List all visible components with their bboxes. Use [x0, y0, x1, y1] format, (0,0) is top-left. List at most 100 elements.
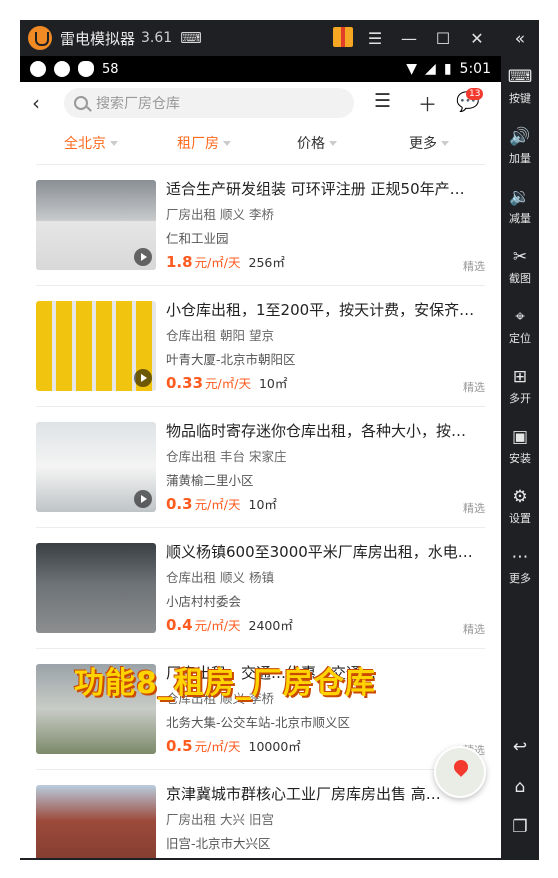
- listing-thumbnail: [36, 180, 156, 270]
- sidebar-item-screenshot[interactable]: ✂ 截图: [501, 246, 539, 286]
- listing-thumbnail: [36, 785, 156, 858]
- add-icon[interactable]: ＋: [418, 90, 437, 117]
- listing-location: 旧宫-北京市大兴区: [166, 836, 271, 851]
- wifi-icon: ▼: [406, 61, 418, 77]
- gamepad-icon[interactable]: ⌨: [180, 29, 202, 47]
- list-item[interactable]: 适合生产研发组装 可环评注册 正规50年产… 厂房出租 顺义 李桥 仁和工业园 …: [20, 166, 501, 286]
- app-screen: ‹ 搜索厂房仓库 ☰ ＋ 💬 13 全北京 租厂房 价格 更多 适合生产研发组装…: [20, 82, 501, 858]
- listing-meta: 仓库出租 顺义 杨镇: [166, 570, 274, 585]
- play-icon[interactable]: [134, 369, 152, 387]
- battery-icon: ▮: [443, 61, 452, 77]
- sidebar-label: 多开: [509, 392, 531, 405]
- map-button[interactable]: [434, 746, 486, 798]
- gift-icon[interactable]: [333, 27, 353, 47]
- emulator-sidebar: « ⌨ 按键 🔊 加量 🔉 减量 ✂ 截图 ⌖ 定位 ⊞ 多开 ▣ 安装 ⚙ 设置 ⋯ 更多 ↩ …: [501, 20, 539, 858]
- watermark-text: 功能8_租房_厂房仓库: [74, 666, 376, 701]
- listing-price: 1.8 元/㎡/天 256㎡: [166, 252, 285, 271]
- filter-label: 全北京: [64, 136, 106, 152]
- listing-area: 10㎡: [248, 497, 277, 512]
- location-icon: ⌖: [515, 307, 525, 327]
- list-view-icon[interactable]: ☰: [374, 90, 391, 112]
- price-value: 0.33: [166, 374, 204, 392]
- caret-down-icon: [110, 140, 118, 146]
- filter-type[interactable]: 租厂房: [177, 133, 231, 153]
- sidebar-label: 更多: [509, 572, 531, 585]
- featured-tag: 精选: [463, 502, 485, 515]
- emulator-logo-icon: [28, 26, 52, 50]
- multi-open-icon: ⊞: [512, 367, 528, 387]
- sidebar-label: 减量: [509, 212, 531, 225]
- listing-title: 物品临时寄存迷你仓库出租，各种大小，按…: [166, 422, 467, 440]
- list-item[interactable]: 小仓库出租，1至200平，按天计费，安保齐… 仓库出租 朝阳 望京 叶青大厦-北…: [20, 287, 501, 407]
- listing-price: 0.5 元/㎡/天 10000㎡: [166, 736, 301, 755]
- filter-price[interactable]: 价格: [297, 133, 337, 153]
- map-pin-icon: [451, 757, 471, 777]
- play-icon[interactable]: [134, 490, 152, 508]
- sidebar-item-settings[interactable]: ⚙ 设置: [501, 486, 539, 526]
- divider: [36, 648, 485, 649]
- listing-area: 10㎡: [258, 376, 288, 391]
- price-unit: 元/㎡/天: [194, 497, 241, 512]
- divider: [36, 769, 485, 770]
- sidebar-item-volume-down[interactable]: 🔉 减量: [501, 186, 539, 226]
- list-item[interactable]: 京津冀城市群核心工业厂房库房出售 高… 厂房出租 大兴 旧宫 旧宫-北京市大兴区: [20, 771, 501, 858]
- price-unit: 元/㎡/天: [194, 739, 241, 754]
- sidebar-label: 安装: [509, 452, 531, 465]
- sidebar-label: 设置: [509, 512, 531, 525]
- sidebar-item-volume-up[interactable]: 🔊 加量: [501, 126, 539, 166]
- filter-more[interactable]: 更多: [409, 133, 449, 153]
- filter-bar: 全北京 租厂房 价格 更多: [20, 126, 501, 158]
- listing-location: 仁和工业园: [166, 231, 229, 246]
- menu-icon[interactable]: ☰: [358, 20, 392, 56]
- collapse-sidebar-button[interactable]: «: [501, 28, 539, 50]
- price-unit: 元/㎡/天: [194, 618, 241, 633]
- double-chevron-left-icon: «: [514, 29, 526, 49]
- caret-down-icon: [441, 140, 449, 146]
- message-badge: 13: [466, 88, 484, 100]
- scissors-icon: ✂: [512, 247, 528, 267]
- play-store-icon: [54, 61, 70, 77]
- close-icon[interactable]: ✕: [460, 20, 494, 56]
- android-recents-button[interactable]: ❐: [501, 816, 539, 838]
- minimize-icon[interactable]: —: [392, 20, 426, 56]
- keyboard-icon: ⌨: [507, 67, 533, 87]
- filter-region[interactable]: 全北京: [64, 133, 118, 153]
- listing-area: 256㎡: [248, 255, 285, 270]
- sidebar-label: 截图: [509, 272, 531, 285]
- divider: [36, 527, 485, 528]
- back-icon[interactable]: ‹: [32, 91, 40, 115]
- list-item[interactable]: 顺义杨镇600至3000平米厂库房出租，水电… 仓库出租 顺义 杨镇 小店村村委…: [20, 529, 501, 649]
- divider: [36, 406, 485, 407]
- listing-thumbnail: [36, 543, 156, 633]
- sidebar-item-install[interactable]: ▣ 安装: [501, 426, 539, 466]
- sidebar-label: 定位: [509, 332, 531, 345]
- price-value: 0.5: [166, 737, 193, 755]
- listing-location: 小店村村委会: [166, 594, 242, 609]
- android-home-button[interactable]: ⌂: [501, 776, 539, 798]
- gear-icon: ⚙: [512, 487, 528, 507]
- listing-thumbnail: [36, 422, 156, 512]
- recents-icon: ❐: [512, 817, 528, 837]
- search-input[interactable]: 搜索厂房仓库: [64, 88, 354, 118]
- sidebar-item-location[interactable]: ⌖ 定位: [501, 306, 539, 346]
- listing-title: 小仓库出租，1至200平，按天计费，安保齐…: [166, 301, 475, 319]
- play-icon[interactable]: [134, 248, 152, 266]
- maximize-icon[interactable]: ☐: [426, 20, 460, 56]
- search-icon: [74, 96, 88, 110]
- list-item[interactable]: 物品临时寄存迷你仓库出租，各种大小，按… 仓库出租 丰台 宋家庄 蒲黄榆二里小区…: [20, 408, 501, 528]
- filter-label: 租厂房: [177, 136, 219, 152]
- price-value: 0.3: [166, 495, 193, 513]
- filter-label: 价格: [297, 136, 325, 152]
- listing-location: 北务大集-公交车站-北京市顺义区: [166, 715, 351, 730]
- sidebar-item-multi-open[interactable]: ⊞ 多开: [501, 366, 539, 406]
- listing-area: 2400㎡: [248, 618, 293, 633]
- caret-down-icon: [329, 140, 337, 146]
- more-icon: ⋯: [511, 547, 529, 567]
- emulator-version: 3.61: [141, 30, 173, 46]
- listing-area: 10000㎡: [248, 739, 301, 754]
- listing-location: 叶青大厦-北京市朝阳区: [166, 352, 296, 367]
- sidebar-item-more[interactable]: ⋯ 更多: [501, 546, 539, 586]
- android-back-button[interactable]: ↩: [501, 736, 539, 758]
- sidebar-item-keys[interactable]: ⌨ 按键: [501, 66, 539, 106]
- app-topbar: ‹ 搜索厂房仓库 ☰ ＋ 💬 13: [20, 82, 501, 124]
